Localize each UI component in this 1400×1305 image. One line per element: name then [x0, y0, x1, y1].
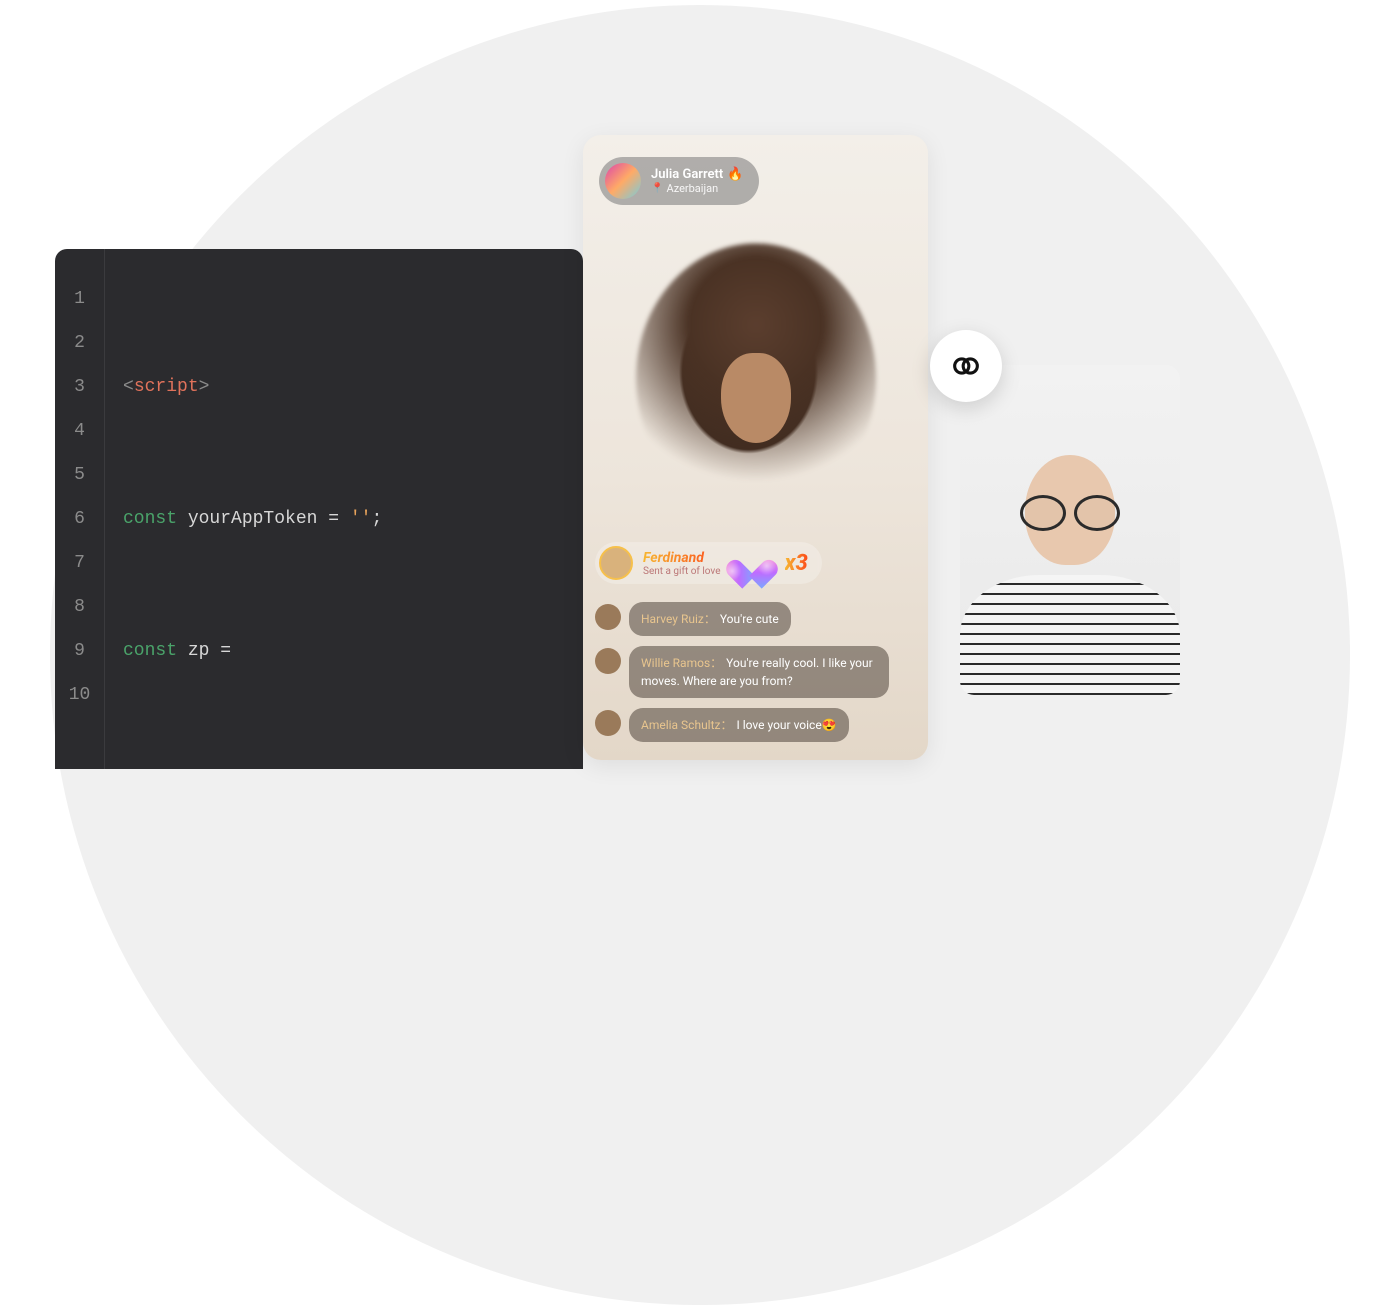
fire-icon: 🔥: [727, 167, 743, 182]
line-number: 6: [55, 497, 104, 541]
code-token: '': [350, 509, 372, 529]
line-gutter: 1 2 3 4 5 6 7 8 9 10: [55, 249, 105, 769]
line-number: 10: [55, 673, 104, 717]
code-token: zp: [188, 641, 210, 661]
code-token: const: [123, 509, 188, 529]
chat-avatar: [595, 710, 621, 736]
line-number: 4: [55, 409, 104, 453]
host-name: Julia Garrett: [651, 167, 723, 182]
chat-stack: Harvey Ruiz： You're cute Willie Ramos：You…: [595, 602, 908, 742]
chat-text: I love your voice😍: [736, 718, 836, 732]
code-token: >: [199, 377, 210, 397]
chat-user: Amelia Schultz：: [641, 718, 732, 732]
code-token: yourAppToken: [188, 509, 318, 529]
live-stream-card: Julia Garrett 🔥 📍 Azerbaijan Ferdinand S…: [583, 135, 928, 760]
glasses-illustration: [1020, 495, 1120, 525]
line-number: 9: [55, 629, 104, 673]
participant-card: [960, 365, 1180, 695]
code-token: <: [123, 377, 134, 397]
line-number: 2: [55, 321, 104, 365]
code-editor: 1 2 3 4 5 6 7 8 9 10 <script> const your…: [55, 249, 583, 769]
chat-avatar: [595, 648, 621, 674]
chat-message: Willie Ramos：You're really cool. I like …: [595, 646, 908, 698]
line-number: 1: [55, 277, 104, 321]
gift-sender-name: Ferdinand: [643, 550, 721, 566]
heart-icon: [735, 548, 769, 578]
location-pin-icon: 📍: [651, 183, 663, 194]
link-icon: [949, 349, 983, 383]
chat-message: Amelia Schultz： I love your voice😍: [595, 708, 908, 742]
chat-text: You're cute: [720, 612, 779, 626]
line-number: 5: [55, 453, 104, 497]
line-number: 3: [55, 365, 104, 409]
host-location: Azerbaijan: [666, 182, 718, 195]
line-number: 8: [55, 585, 104, 629]
link-badge[interactable]: [930, 330, 1002, 402]
code-token: =: [317, 509, 349, 529]
code-token: const: [123, 641, 188, 661]
participant-body-illustration: [960, 575, 1180, 695]
host-face-illustration: [721, 353, 791, 443]
chat-user: Willie Ramos：: [641, 656, 722, 670]
code-token: script: [134, 377, 199, 397]
gift-multiplier: x3: [785, 551, 808, 576]
gift-sender-avatar: [599, 546, 633, 580]
chat-avatar: [595, 604, 621, 630]
host-avatar: [605, 163, 641, 199]
chat-message: Harvey Ruiz： You're cute: [595, 602, 908, 636]
chat-user: Harvey Ruiz：: [641, 612, 716, 626]
code-token: =: [209, 641, 231, 661]
gift-banner: Ferdinand Sent a gift of love x3: [595, 542, 822, 584]
code-body: <script> const yourAppToken = ''; const …: [105, 249, 583, 769]
code-token: ;: [371, 509, 382, 529]
host-chip[interactable]: Julia Garrett 🔥 📍 Azerbaijan: [599, 157, 759, 205]
line-number: 7: [55, 541, 104, 585]
gift-subtitle: Sent a gift of love: [643, 566, 721, 577]
